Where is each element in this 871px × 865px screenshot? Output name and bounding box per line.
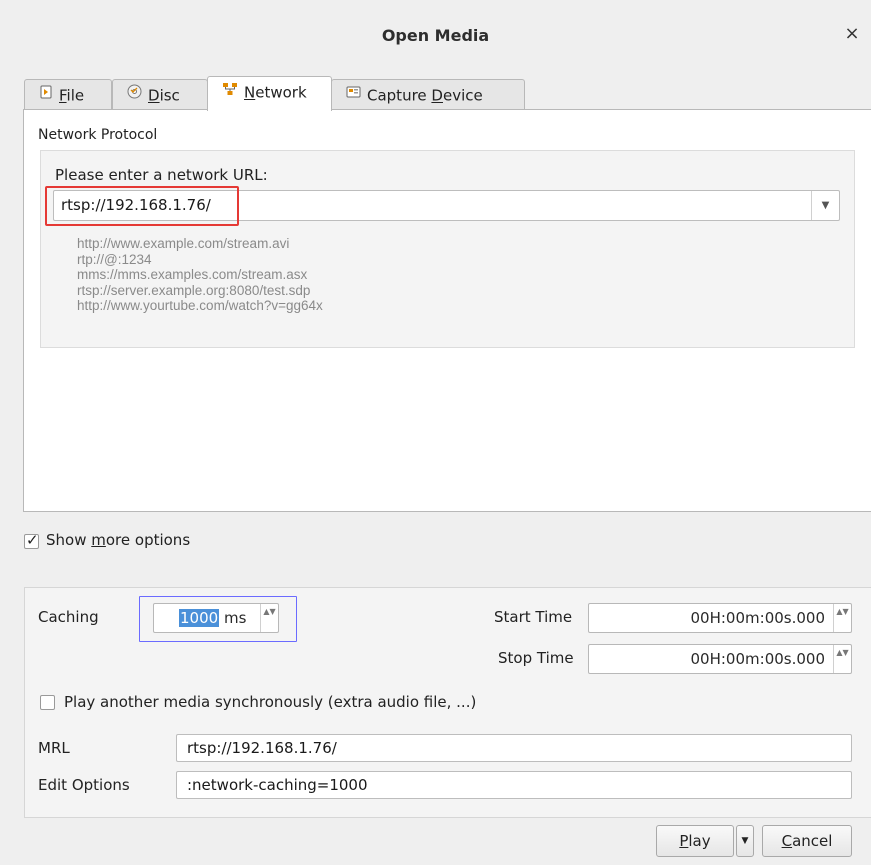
start-time-spinbox[interactable]: 00H:00m:00s.000 ▲▼ — [588, 603, 852, 633]
play-another-media-checkbox[interactable] — [40, 695, 55, 710]
caching-spinbox[interactable]: 1000 ms ▲▼ — [153, 603, 279, 633]
show-more-options-checkbox[interactable]: ✓ — [24, 531, 39, 549]
disc-icon — [127, 79, 142, 109]
url-example: http://www.yourtube.com/watch?v=gg64x — [77, 298, 323, 314]
chevron-down-icon[interactable]: ▼ — [811, 191, 839, 220]
play-menu-chevron-icon[interactable]: ▼ — [736, 825, 754, 857]
caching-value[interactable]: 1000 — [179, 609, 220, 627]
url-example: rtsp://server.example.org:8080/test.sdp — [77, 282, 311, 298]
tab-file[interactable]: File — [24, 79, 112, 110]
network-url-combobox[interactable]: rtsp://192.168.1.76/ ▼ — [53, 190, 840, 221]
network-protocol-label: Network Protocol — [38, 127, 158, 143]
title-bar: Open Media × — [0, 10, 871, 62]
network-icon — [222, 76, 238, 106]
network-url-group: Please enter a network URL: rtsp://192.1… — [40, 150, 855, 348]
mrl-label: MRL — [38, 739, 70, 757]
start-time-value[interactable]: 00H:00m:00s.000 — [691, 609, 825, 627]
dialog-title: Open Media — [381, 26, 490, 45]
start-time-label: Start Time — [494, 608, 573, 626]
edit-options-input[interactable]: :network-caching=1000 — [176, 771, 852, 799]
network-url-value[interactable]: rtsp://192.168.1.76/ — [61, 196, 211, 214]
network-tab-panel: Network Protocol Please enter a network … — [23, 109, 871, 512]
tab-network[interactable]: Network — [207, 76, 332, 111]
spin-arrows-icon[interactable]: ▲▼ — [833, 645, 851, 673]
url-example: rtp://@:1234 — [77, 251, 152, 267]
spin-arrows-icon[interactable]: ▲▼ — [833, 604, 851, 632]
stop-time-value[interactable]: 00H:00m:00s.000 — [691, 650, 825, 668]
play-another-media-label[interactable]: Play another media synchronously (extra … — [64, 693, 476, 711]
url-example: mms://mms.examples.com/stream.asx — [77, 267, 308, 283]
caching-unit: ms — [219, 609, 247, 627]
url-examples: http://www.example.com/stream.avi rtp://… — [77, 236, 323, 314]
caching-label: Caching — [38, 608, 99, 626]
spin-arrows-icon[interactable]: ▲▼ — [260, 604, 278, 632]
capture-device-icon — [346, 79, 361, 109]
tab-capture-device[interactable]: Capture Device — [331, 79, 525, 110]
show-more-options-label[interactable]: Show more options — [46, 531, 190, 549]
cancel-button[interactable]: Cancel — [762, 825, 852, 857]
checkmark-icon: ✓ — [26, 531, 39, 549]
edit-options-label: Edit Options — [38, 776, 130, 794]
play-button[interactable]: Play — [656, 825, 734, 857]
mrl-input[interactable]: rtsp://192.168.1.76/ — [176, 734, 852, 762]
open-media-dialog: Open Media × File Disc Network Capture D… — [0, 0, 871, 865]
close-icon[interactable]: × — [841, 22, 863, 46]
stop-time-spinbox[interactable]: 00H:00m:00s.000 ▲▼ — [588, 644, 852, 674]
url-prompt-label: Please enter a network URL: — [55, 166, 268, 184]
url-example: http://www.example.com/stream.avi — [77, 236, 290, 251]
file-icon — [39, 79, 53, 109]
tab-disc[interactable]: Disc — [112, 79, 208, 110]
stop-time-label: Stop Time — [498, 649, 574, 667]
